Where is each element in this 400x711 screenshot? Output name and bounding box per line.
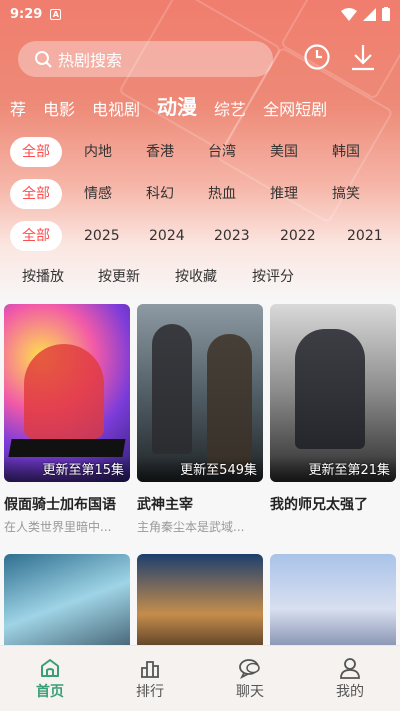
download-icon — [352, 45, 374, 71]
sort-by-favorite[interactable]: 按收藏 — [175, 266, 217, 286]
filter-chip[interactable]: 推理 — [270, 179, 298, 209]
poster-image: 更新至第21集 — [270, 304, 396, 482]
search-icon — [35, 51, 52, 68]
sort-by-update[interactable]: 按更新 — [98, 266, 140, 286]
episode-label: 更新至549集 — [180, 463, 257, 478]
profile-icon — [340, 657, 360, 679]
tab-anime[interactable]: 动漫 — [157, 91, 197, 120]
battery-icon — [382, 7, 390, 21]
filter-chip[interactable]: 搞笑 — [332, 179, 360, 209]
home-icon — [41, 658, 59, 677]
filter-chip[interactable]: 2025 — [84, 221, 120, 251]
poster-image — [4, 554, 130, 654]
video-card[interactable] — [270, 554, 396, 654]
nav-ranking[interactable]: 排行 — [100, 646, 200, 711]
card-title: 武神主宰 — [137, 497, 193, 513]
signal-icon — [363, 7, 376, 21]
tab-short-drama[interactable]: 全网短剧 — [263, 96, 327, 120]
filter-chip[interactable]: 2024 — [149, 221, 185, 251]
card-title: 假面骑士加布国语 — [4, 497, 116, 513]
wifi-icon — [341, 7, 357, 21]
filter-chip[interactable]: 内地 — [84, 137, 112, 167]
tab-tv-series[interactable]: 电视剧 — [92, 96, 140, 120]
video-card[interactable]: 更新至549集 武神主宰 主角秦尘本是武域... — [137, 304, 263, 535]
nav-label: 首页 — [36, 683, 64, 700]
filter-chip[interactable]: 全部 — [10, 179, 62, 209]
poster-image — [137, 554, 263, 654]
clock-icon — [304, 44, 330, 70]
history-button[interactable] — [300, 40, 334, 74]
filter-row-genre: 全部 情感 科幻 热血 推理 搞笑 — [0, 179, 400, 209]
filter-row-year: 全部 2025 2024 2023 2022 2021 — [0, 221, 400, 251]
poster-image — [270, 554, 396, 654]
filter-chip[interactable]: 情感 — [84, 179, 112, 209]
filter-chip[interactable]: 科幻 — [146, 179, 174, 209]
filter-chip[interactable]: 美国 — [270, 137, 298, 167]
ranking-icon — [141, 660, 159, 678]
video-card[interactable] — [4, 554, 130, 654]
filter-chip[interactable]: 2021 — [347, 221, 383, 251]
tab-movie[interactable]: 电影 — [43, 96, 75, 120]
filter-chip[interactable]: 全部 — [10, 221, 62, 251]
chat-icon — [239, 658, 260, 679]
filter-chip[interactable]: 全部 — [10, 137, 62, 167]
category-tabs: 荐 电影 电视剧 动漫 综艺 全网短剧 — [0, 90, 400, 120]
status-time: 9:29 — [10, 6, 43, 22]
video-card[interactable]: 更新至第15集 假面骑士加布国语 在人类世界里暗中... — [4, 304, 130, 535]
search-input[interactable]: 热剧搜索 — [18, 41, 273, 77]
nav-label: 聊天 — [236, 683, 264, 700]
card-title: 我的师兄太强了 — [270, 497, 368, 513]
search-row: 热剧搜索 — [18, 40, 388, 78]
card-description: 在人类世界里暗中... — [4, 520, 112, 534]
sort-by-play[interactable]: 按播放 — [22, 266, 64, 286]
filter-chip[interactable]: 台湾 — [208, 137, 236, 167]
episode-label: 更新至第15集 — [42, 463, 124, 478]
filter-chip[interactable]: 2023 — [214, 221, 250, 251]
episode-label: 更新至第21集 — [308, 463, 390, 478]
filter-chip[interactable]: 韩国 — [332, 137, 360, 167]
sort-row: 按播放 按更新 按收藏 按评分 — [0, 266, 400, 290]
filter-chip[interactable]: 热血 — [208, 179, 236, 209]
status-bar: 9:29 A — [0, 0, 400, 28]
video-card[interactable]: 更新至第21集 我的师兄太强了 — [270, 304, 396, 518]
nav-home[interactable]: 首页 — [0, 646, 100, 711]
filter-row-region: 全部 内地 香港 台湾 美国 韩国 — [0, 137, 400, 167]
filter-chip[interactable]: 香港 — [146, 137, 174, 167]
video-card[interactable] — [137, 554, 263, 654]
search-placeholder: 热剧搜索 — [58, 51, 123, 70]
tab-recommend[interactable]: 荐 — [10, 96, 26, 120]
nav-profile[interactable]: 我的 — [300, 646, 400, 711]
notification-badge: A — [50, 8, 62, 20]
filter-chip[interactable]: 2022 — [280, 221, 316, 251]
sort-by-rating[interactable]: 按评分 — [252, 266, 294, 286]
download-button[interactable] — [346, 40, 380, 74]
nav-label: 我的 — [336, 683, 364, 700]
nav-chat[interactable]: 聊天 — [200, 646, 300, 711]
poster-image: 更新至549集 — [137, 304, 263, 482]
card-description: 主角秦尘本是武域... — [137, 520, 245, 534]
tab-variety[interactable]: 综艺 — [214, 96, 246, 120]
nav-label: 排行 — [136, 683, 164, 700]
bottom-navigation: 首页 排行 聊天 我的 — [0, 645, 400, 711]
poster-image: 更新至第15集 — [4, 304, 130, 482]
